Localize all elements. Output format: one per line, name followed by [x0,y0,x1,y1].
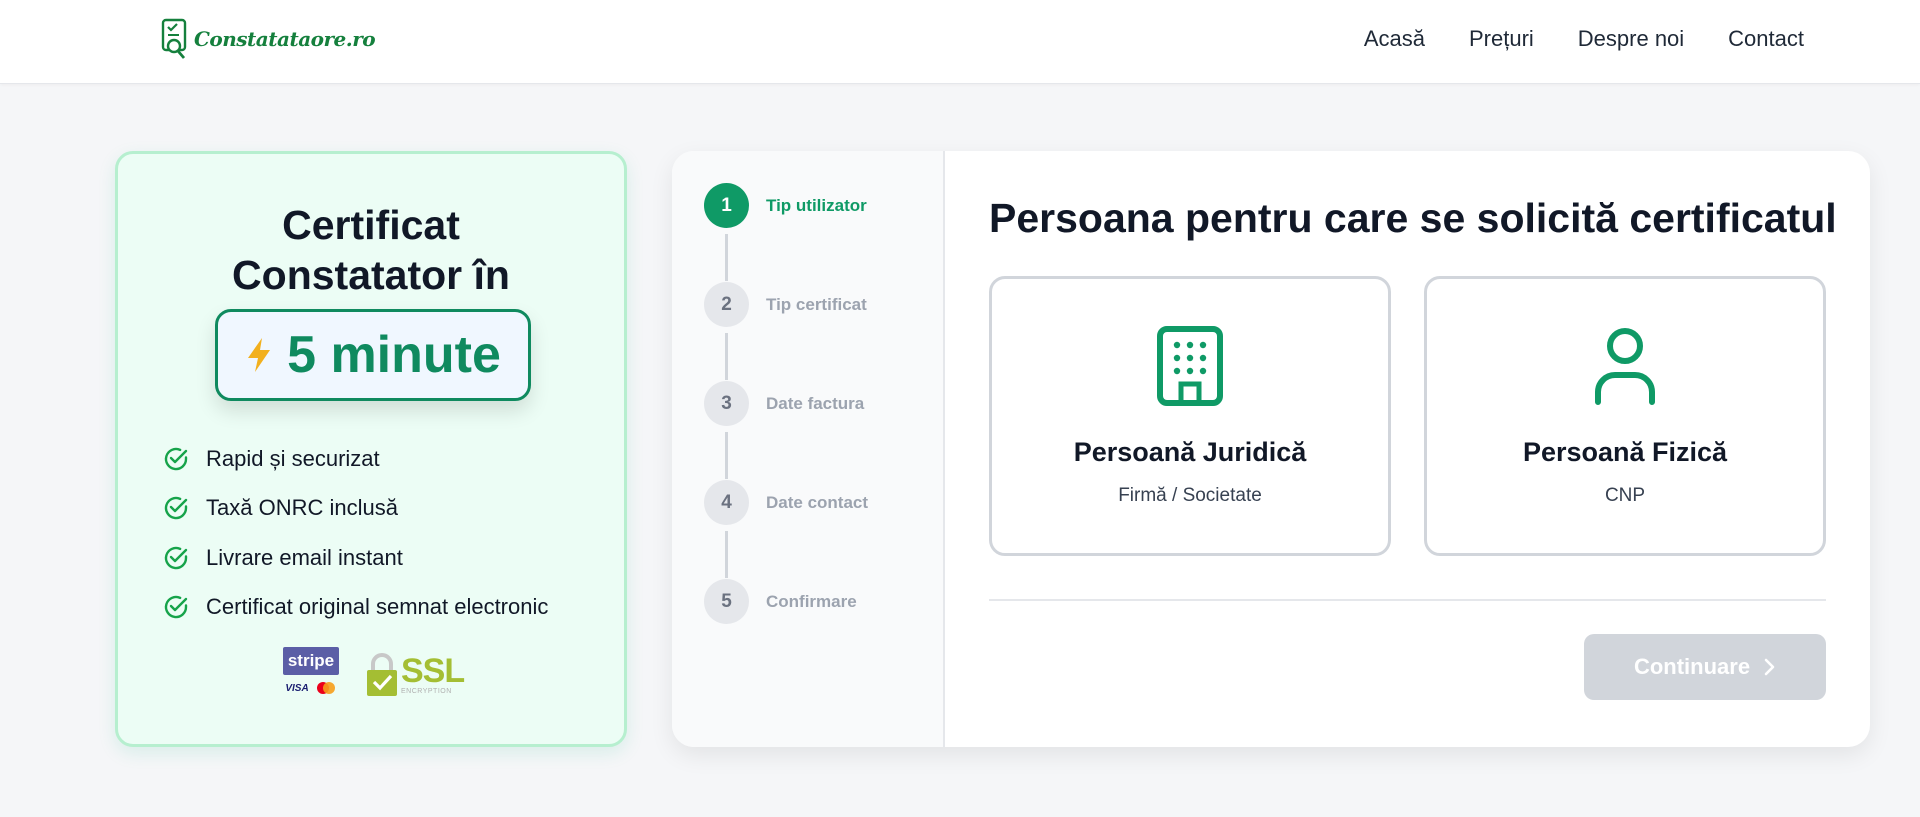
step-number: 5 [704,579,749,624]
feature-label: Livrare email instant [206,544,403,570]
mastercard-icon [316,682,335,694]
feature-item: Taxă ONRC inclusă [162,484,548,534]
ssl-badge: SSL ENCRYPTION [365,651,465,697]
step-label: Date contact [766,492,869,512]
step-connector [725,333,728,380]
feature-item: Certificat original semnat electronic [162,583,548,633]
option-legal-entity[interactable]: Persoană Juridică Firmă / Societate [989,276,1391,556]
promo-card: Certificat Constatator în 5 minute Rapid… [115,151,627,747]
logo-text: Constatataore.ro [194,27,376,51]
stepper: 1 Tip utilizator 2 Tip certificat 3 Date… [672,151,945,747]
step-5: 5 Confirmare [704,579,857,624]
check-circle-icon [164,596,188,619]
option-subtitle: CNP [1604,485,1646,506]
promo-title-line1: Certificat [282,202,460,248]
padlock-icon [367,653,397,696]
check-circle-icon [164,497,188,520]
option-subtitle: Firmă / Societate [1118,485,1262,506]
step-1: 1 Tip utilizator [704,183,867,228]
certificate-search-icon [161,18,187,59]
wizard-card: 1 Tip utilizator 2 Tip certificat 3 Date… [672,151,1870,747]
check-circle-icon [164,447,188,470]
nav-link-pricing[interactable]: Prețuri [1469,26,1534,52]
step-label: Tip certificat [766,294,867,314]
step-label: Confirmare [766,591,857,611]
promo-title: Certificat Constatator în [118,200,624,300]
time-badge: 5 minute [215,309,531,401]
nav-link-home[interactable]: Acasă [1364,26,1425,52]
step-4: 4 Date contact [704,480,868,525]
divider [989,599,1826,601]
visa-label: VISA [285,682,309,694]
page-title: Persoana pentru care se solicită certifi… [989,195,1837,241]
feature-label: Rapid și securizat [206,445,380,471]
option-title: Persoană Juridică [1073,437,1307,467]
continue-button[interactable]: Continuare [1584,634,1826,700]
feature-list: Rapid și securizat Taxă ONRC inclusă Liv… [162,434,548,632]
nav-link-about[interactable]: Despre noi [1578,26,1684,52]
option-individual[interactable]: Persoană Fizică CNP [1424,276,1826,556]
step-connector [725,234,728,281]
step-number: 4 [704,480,749,525]
site-logo[interactable]: Constatataore.ro [160,16,376,62]
step-3: 3 Date factura [704,381,864,426]
person-icon [1595,328,1655,405]
feature-item: Livrare email instant [162,533,548,583]
ssl-sub-label: ENCRYPTION [401,687,452,695]
feature-label: Taxă ONRC inclusă [206,495,398,521]
continue-label: Continuare [1633,654,1751,679]
lightning-icon [248,338,271,372]
step-label: Date factura [766,393,865,413]
step-number: 3 [704,381,749,426]
main-nav: Acasă Prețuri Despre noi Contact [1364,26,1804,52]
step-connector [725,531,728,578]
badge-text: 5 minute [287,326,501,384]
promo-title-line2: Constatator în [232,252,510,298]
check-circle-icon [164,546,188,569]
payment-logos: stripe VISA SSL ENCRYPTION [283,647,465,701]
chevron-right-icon [1764,658,1775,676]
option-title: Persoană Fizică [1522,437,1728,467]
ssl-label: SSL [401,651,465,690]
building-icon [1157,326,1223,406]
feature-label: Certificat original semnat electronic [206,594,549,620]
feature-item: Rapid și securizat [162,434,548,484]
stripe-logo: stripe VISA [283,647,339,701]
step-label: Tip utilizator [766,195,867,215]
nav-link-contact[interactable]: Contact [1728,26,1804,52]
step-connector [725,432,728,479]
step-2: 2 Tip certificat [704,282,867,327]
step-number: 2 [704,282,749,327]
step-number: 1 [704,183,749,228]
stripe-label: stripe [283,647,339,675]
site-header: Constatataore.ro Acasă Prețuri Despre no… [0,0,1920,84]
